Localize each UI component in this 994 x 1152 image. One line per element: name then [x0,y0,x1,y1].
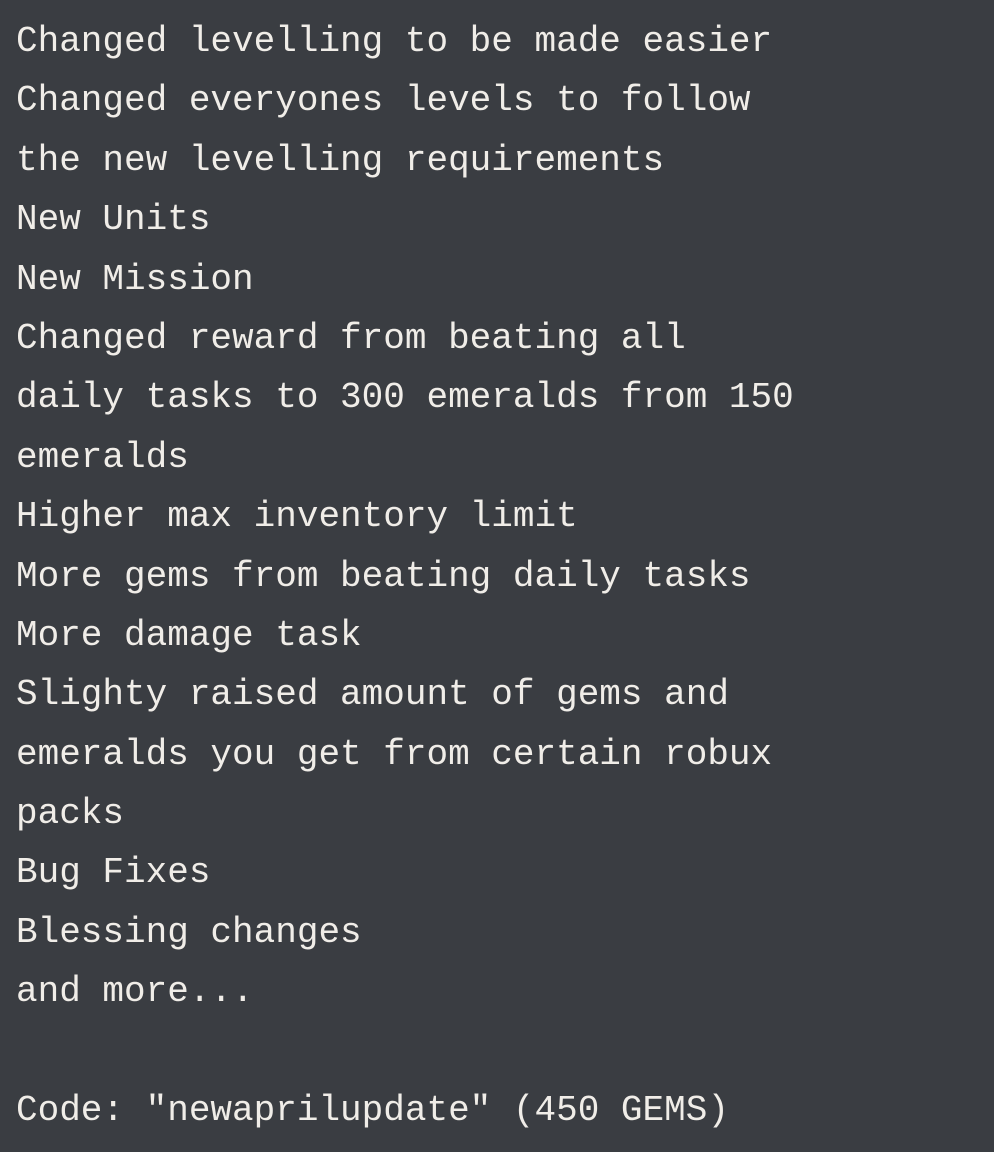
changelog-text: Changed levelling to be made easier Chan… [16,12,794,1140]
